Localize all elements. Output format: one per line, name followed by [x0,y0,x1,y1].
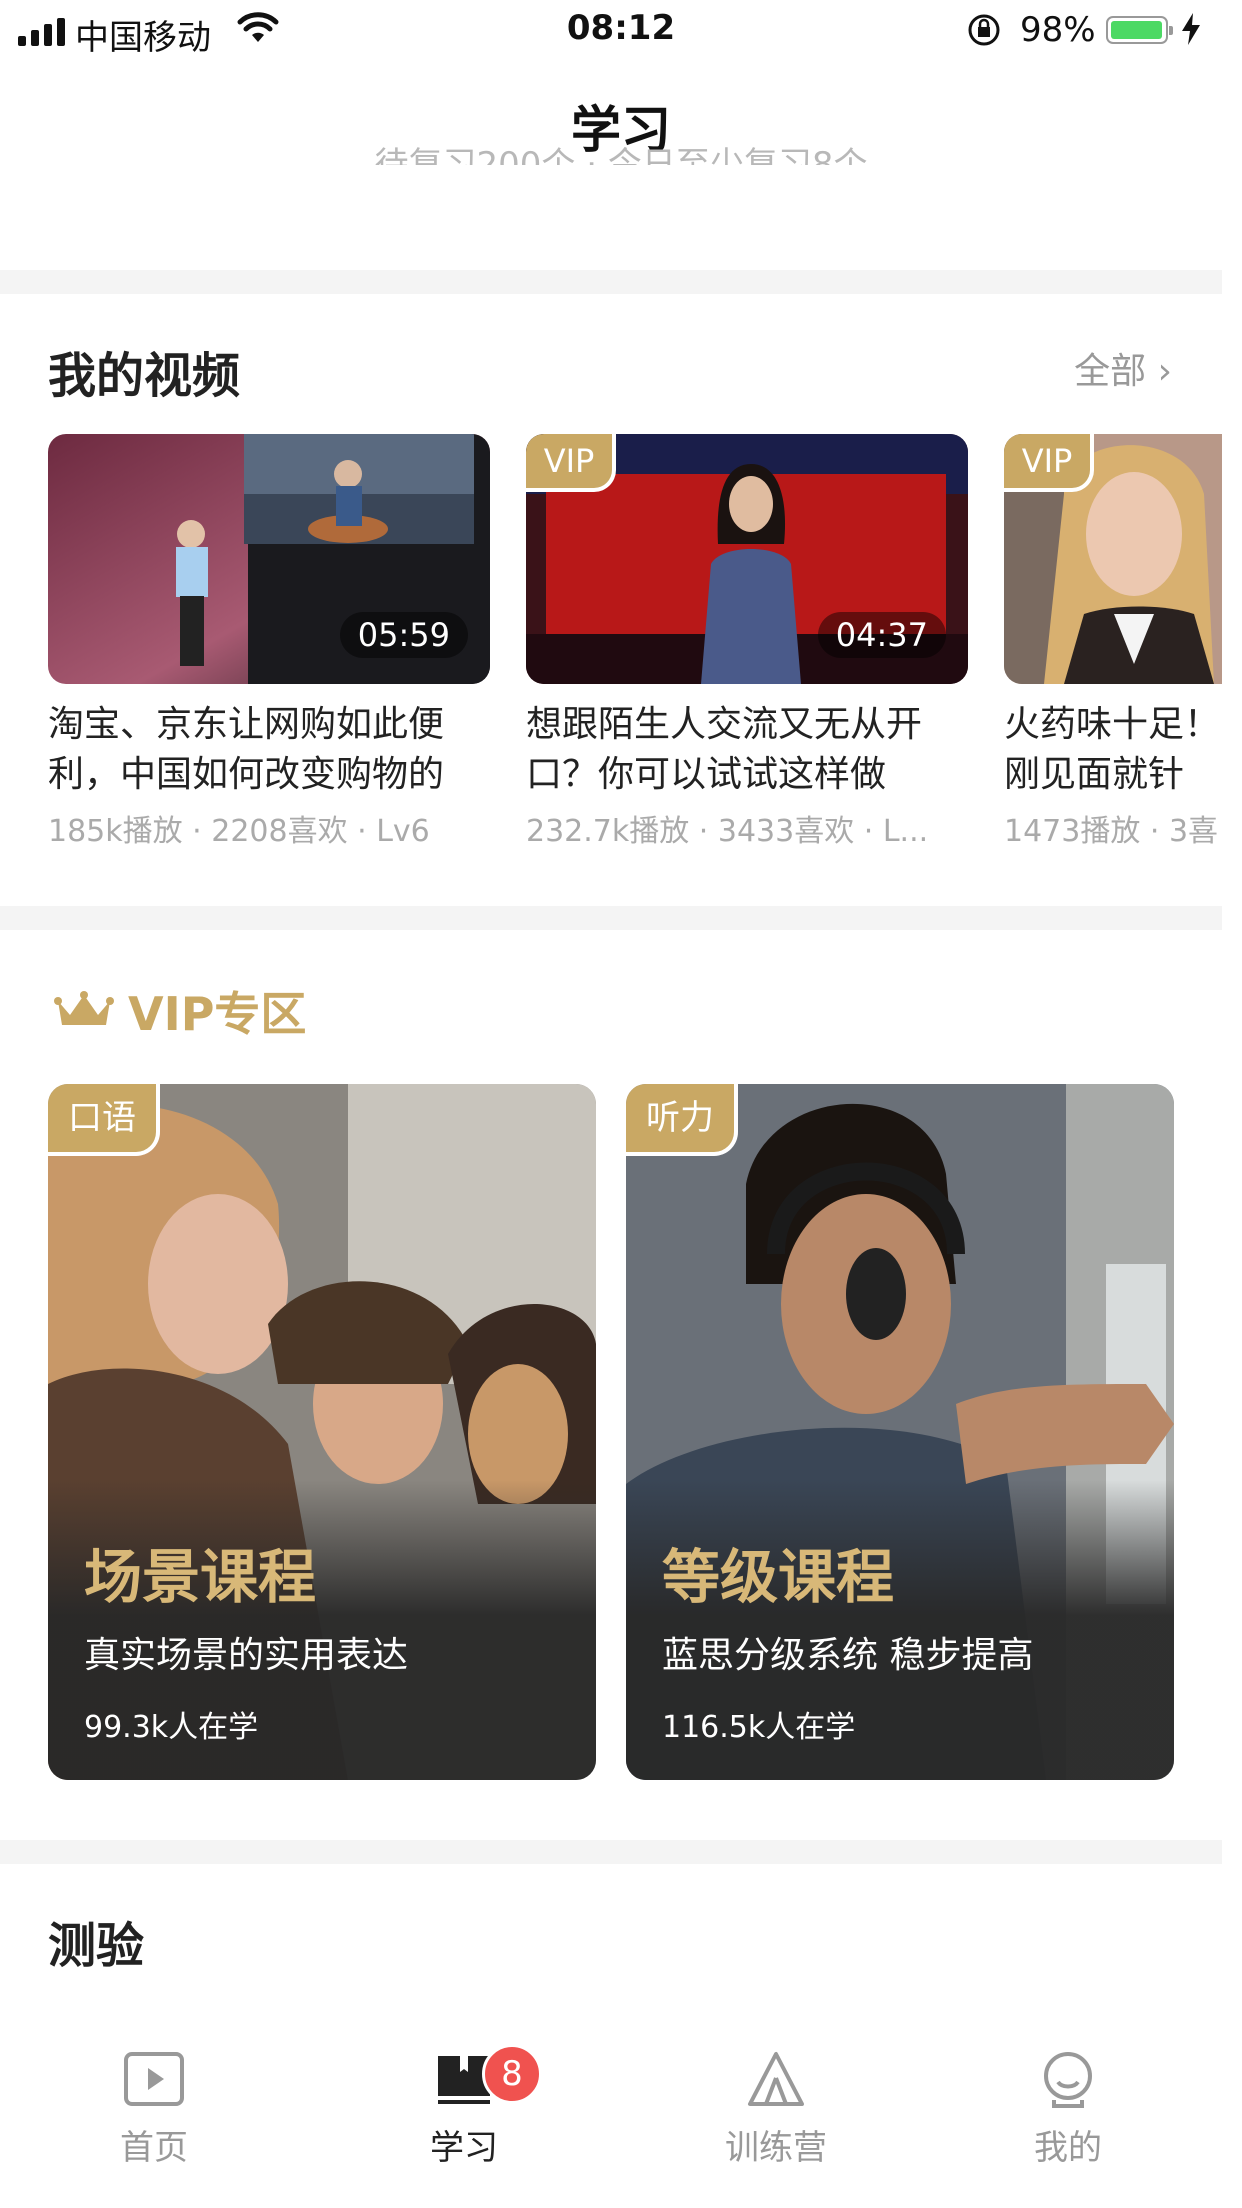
course-tag: 听力 [626,1084,738,1156]
vip-badge: VIP [526,434,616,492]
user-icon [1044,2052,1092,2108]
video-stats: 232.7k播放 · 3433喜欢 · L... [526,814,929,849]
view-all-label: 全部 [1074,351,1147,392]
vip-badge: VIP [1004,434,1094,492]
video-card[interactable]: VIP 火药味十足！S刚见面就针 1473播放 · 3喜 [1004,434,1222,850]
video-card[interactable]: 05:59 淘宝、京东让网购如此便利，中国如何改变购物的 185k播放 · 22… [48,434,490,850]
tab-label: 学习 [430,2128,498,2168]
vip-zone-title: VIP专区 [128,987,307,1041]
tab-label: 我的 [1034,2128,1102,2168]
view-all-link[interactable]: 全部 › [1074,342,1172,394]
vip-zone-header: VIP专区 [54,978,306,1044]
battery-icon [1106,16,1173,44]
course-title: 等级课程 [662,1543,895,1611]
tab-camp[interactable]: 训练营 [676,2050,876,2169]
rotation-lock-icon [968,14,1000,46]
tab-profile[interactable]: 我的 [968,2050,1168,2169]
crown-icon [54,991,114,1025]
tab-label: 训练营 [725,2128,827,2168]
tent-icon [748,2052,804,2106]
chevron-right-icon: › [1157,351,1172,392]
course-tag: 口语 [48,1084,160,1156]
video-title: 想跟陌生人交流又无从开口？你可以试试这样做 [526,704,923,795]
section-divider [0,270,1222,294]
section-divider [0,1840,1222,1864]
video-thumbnail: 05:59 [48,434,490,684]
course-card[interactable]: 听力 等级课程 蓝思分级系统 稳步提高 116.5k人在学 [626,1084,1174,1780]
video-title: 火药味十足！S刚见面就针 [1004,704,1222,795]
video-duration: 04:37 [817,612,946,658]
course-title: 场景课程 [84,1543,317,1611]
notification-badge: 8 [482,2044,542,2104]
video-title: 淘宝、京东让网购如此便利，中国如何改变购物的 [48,704,445,795]
course-subtitle: 真实场景的实用表达 [84,1635,409,1676]
status-bar: 中国移动 08:12 98% [0,0,1242,60]
course-subtitle: 蓝思分级系统 稳步提高 [662,1635,1034,1676]
tab-bar: 首页 8 学习 训练营 我的 [0,2030,1242,2208]
tab-study[interactable]: 8 学习 [364,2044,564,2169]
tab-label: 首页 [120,2128,188,2168]
my-videos-title: 我的视频 [48,348,241,404]
tab-home[interactable]: 首页 [54,2050,254,2169]
course-learner-count: 116.5k人在学 [662,1710,856,1745]
charging-bolt-icon [1182,13,1200,45]
play-icon [124,2052,184,2106]
course-card[interactable]: 口语 场景课程 真实场景的实用表达 99.3k人在学 [48,1084,596,1780]
video-duration: 05:59 [339,612,468,658]
video-stats: 1473播放 · 3喜 [1004,814,1219,849]
quiz-title: 测验 [48,1918,145,1974]
course-learner-count: 99.3k人在学 [84,1710,259,1745]
video-stats: 185k播放 · 2208喜欢 · Lv6 [48,814,430,849]
video-thumbnail: VIP [1004,434,1222,684]
section-divider [0,906,1222,930]
video-thumbnail: VIP 04:37 [526,434,968,684]
battery-percentage: 98% [1020,10,1096,50]
review-hint: 待复习200个 · 今日至少复习8个 [374,145,868,165]
video-card[interactable]: VIP 04:37 想跟陌生人交流又无从开口？你可以试试这样做 232.7k播放… [526,434,968,850]
